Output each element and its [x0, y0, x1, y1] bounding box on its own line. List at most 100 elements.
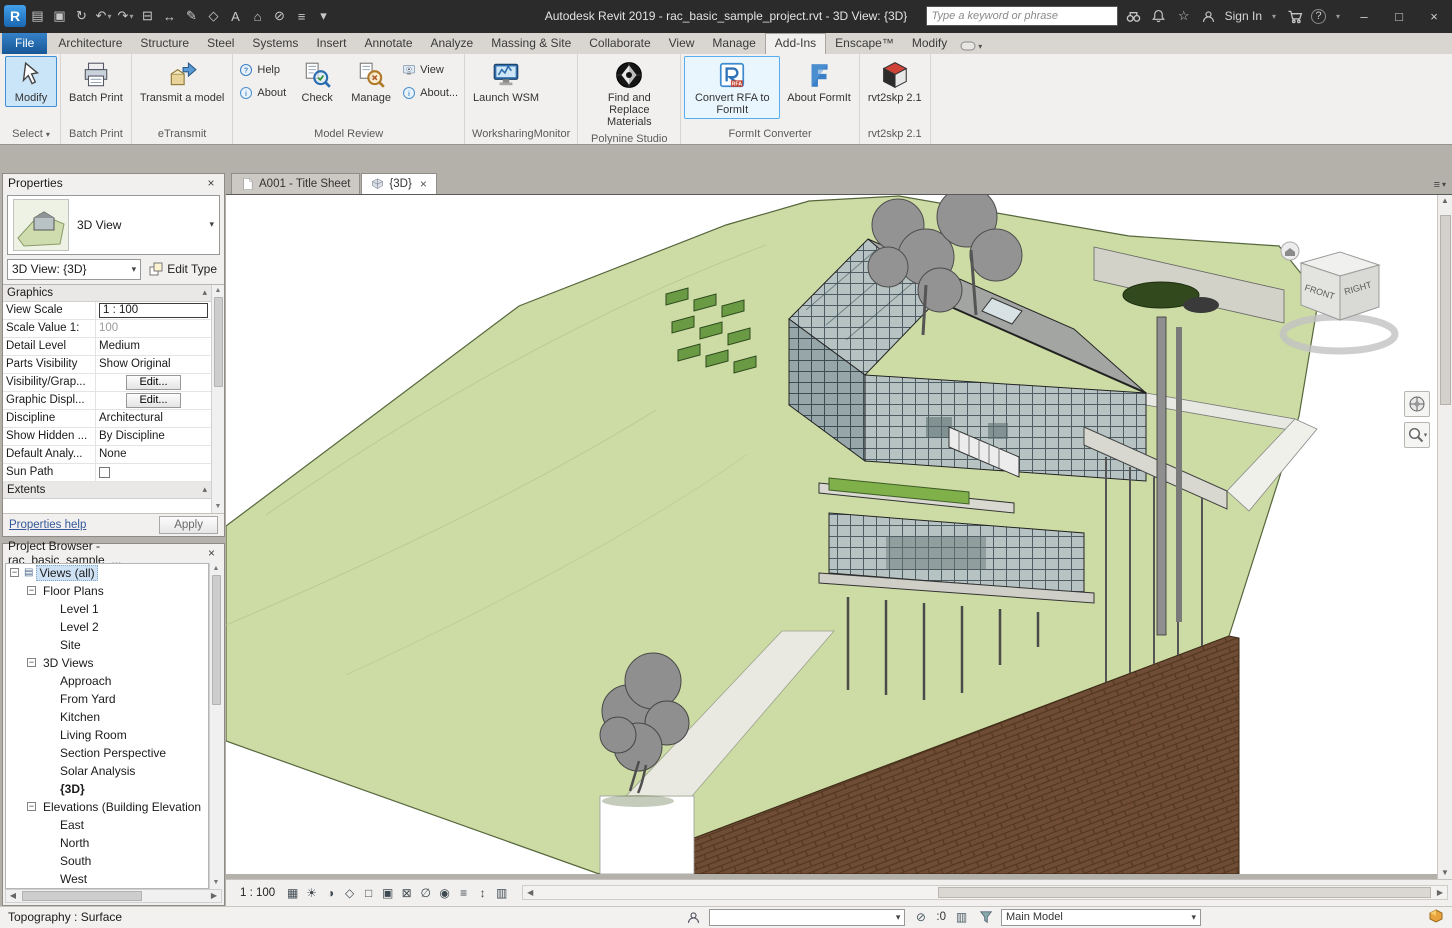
properties-help-link[interactable]: Properties help [9, 519, 86, 531]
tree-item-living-room[interactable]: Living Room [6, 726, 208, 744]
scroll-up-icon[interactable]: ▲ [1438, 195, 1452, 207]
collapse-icon[interactable]: − [10, 568, 19, 577]
default-3d-view-icon[interactable]: ⌂ [247, 5, 268, 27]
value-cell[interactable]: By Discipline [99, 430, 165, 442]
help-button[interactable]: ?Help [239, 63, 286, 77]
canvas-hscrollbar[interactable]: ◀▶ [522, 885, 1448, 900]
3d-view-canvas[interactable]: FRONT RIGHT [226, 195, 1437, 874]
view-button[interactable]: View [402, 63, 458, 77]
edit-type-button[interactable]: Edit Type [146, 259, 220, 280]
batch-print-button[interactable]: Batch Print [64, 56, 128, 107]
ribbon-tab-analyze[interactable]: Analyze [422, 33, 483, 54]
value-cell[interactable]: Medium [99, 340, 140, 352]
ribbon-tab-modify[interactable]: Modify [903, 33, 956, 54]
text-icon[interactable]: A [225, 5, 246, 27]
scroll-down-icon[interactable]: ▼ [210, 877, 222, 889]
ribbon-tab-manage[interactable]: Manage [703, 33, 764, 54]
edit-button[interactable]: Edit... [126, 375, 180, 390]
sun-path-checkbox[interactable] [99, 467, 110, 478]
maximize-button[interactable]: □ [1385, 4, 1413, 28]
crop-region-icon[interactable]: ▣ [379, 884, 396, 901]
tree-item-kitchen[interactable]: Kitchen [6, 708, 208, 726]
user-icon[interactable] [1200, 7, 1218, 25]
tree-item-solar-analysis[interactable]: Solar Analysis [6, 762, 208, 780]
tree-item-elevations-building-elevation[interactable]: −Elevations (Building Elevation [6, 798, 208, 816]
view-tab-a001-title-sheet[interactable]: A001 - Title Sheet [231, 173, 360, 194]
select-toggle-icon[interactable]: ▥ [953, 909, 970, 926]
ribbon-tab-architecture[interactable]: Architecture [49, 33, 131, 54]
sun-path-icon[interactable]: ☀ [303, 884, 320, 901]
modify-button[interactable]: Modify [5, 56, 57, 107]
help-caret-icon[interactable]: ▾ [1333, 7, 1343, 25]
scroll-left-icon[interactable]: ◀ [6, 891, 20, 900]
tree-item-site[interactable]: Site [6, 636, 208, 654]
ribbon-tab-file[interactable]: File [2, 33, 47, 54]
hide-isolate-icon[interactable]: ∅ [417, 884, 434, 901]
value-cell[interactable]: Architectural [99, 412, 163, 424]
section-extents[interactable]: Extents▴ [3, 482, 211, 499]
launch-wsm-button[interactable]: Launch WSM [468, 56, 544, 107]
about-formit-button[interactable]: About FormIt [782, 56, 856, 107]
scroll-down-icon[interactable]: ▼ [1438, 867, 1452, 879]
collapse-section-icon[interactable]: ▴ [202, 287, 207, 298]
reveal-hidden-icon[interactable]: ◉ [436, 884, 453, 901]
ribbon-tab-systems[interactable]: Systems [243, 33, 307, 54]
aligned-dimension-icon[interactable]: ✎ [181, 5, 202, 27]
save-icon[interactable]: ▣ [49, 5, 70, 27]
solar-panels[interactable] [666, 288, 756, 373]
favorites-icon[interactable]: ☆ [1175, 7, 1193, 25]
scroll-up-icon[interactable]: ▲ [212, 285, 224, 297]
ribbon-display-toggle[interactable]: ▾ [960, 41, 982, 54]
properties-scrollbar[interactable]: ▲▼ [211, 285, 224, 513]
sign-in-caret-icon[interactable]: ▾ [1269, 7, 1279, 25]
scroll-up-icon[interactable]: ▲ [210, 563, 222, 575]
collapse-icon[interactable]: − [27, 658, 36, 667]
value-cell[interactable]: None [99, 448, 127, 460]
editable-only-icon[interactable]: ⊘ [912, 909, 929, 926]
close-properties-icon[interactable]: × [203, 176, 219, 190]
steering-wheel-button[interactable] [1404, 391, 1430, 417]
browser-scrollbar[interactable]: ▲▼ [209, 563, 222, 889]
ribbon-tab-structure[interactable]: Structure [131, 33, 198, 54]
tree-item-level-1[interactable]: Level 1 [6, 600, 208, 618]
about-button[interactable]: iAbout [239, 86, 286, 100]
zoom-button[interactable]: ▾ [1404, 422, 1430, 448]
type-selector-caret-icon[interactable]: ▾ [209, 219, 214, 230]
tree-item-3d[interactable]: {3D} [6, 780, 208, 798]
status-tray-icon[interactable] [1427, 909, 1444, 926]
active-workset-icon[interactable] [685, 909, 702, 926]
tree-item-floor-plans[interactable]: −Floor Plans [6, 582, 208, 600]
value-cell[interactable]: Show Original [99, 358, 171, 370]
view-properties-icon[interactable]: ≡ [455, 884, 472, 901]
notifications-icon[interactable] [1150, 7, 1168, 25]
help-icon[interactable]: ? [1311, 9, 1326, 24]
tree-item-section-perspective[interactable]: Section Perspective [6, 744, 208, 762]
edit-button[interactable]: Edit... [126, 393, 180, 408]
crop-view-icon[interactable]: □ [360, 884, 377, 901]
type-selector[interactable]: 3D View ▾ [7, 195, 220, 255]
tree-item-north[interactable]: North [6, 834, 208, 852]
thin-lines-icon[interactable]: ≡ [291, 5, 312, 27]
manage-button[interactable]: Manage [345, 56, 397, 107]
tree-item-south[interactable]: South [6, 852, 208, 870]
rendering-icon[interactable]: ◇ [341, 884, 358, 901]
tree-item-3d-views[interactable]: −3D Views [6, 654, 208, 672]
canvas-vscrollbar[interactable]: ▲▼ [1437, 195, 1452, 879]
ribbon-tab-add-ins[interactable]: Add-Ins [765, 33, 826, 54]
view-scale-button[interactable]: 1 : 100 [234, 885, 281, 901]
section-graphics[interactable]: Graphics▴ [3, 285, 211, 302]
ribbon-tab-annotate[interactable]: Annotate [355, 33, 421, 54]
tree-item-level-2[interactable]: Level 2 [6, 618, 208, 636]
revit-logo[interactable]: R [4, 5, 26, 27]
transmit-a-model-button[interactable]: Transmit a model [135, 56, 230, 107]
scroll-right-icon[interactable]: ▶ [1433, 888, 1447, 897]
scroll-left-icon[interactable]: ◀ [523, 888, 537, 897]
sign-in-button[interactable]: Sign In [1225, 9, 1262, 23]
workset-select[interactable]: ▾ [709, 909, 905, 926]
sync-icon[interactable]: ↻ [71, 5, 92, 27]
shadows-icon[interactable]: ◑ [322, 884, 339, 901]
exchange-apps-icon[interactable] [1286, 7, 1304, 25]
filter-icon[interactable] [977, 909, 994, 926]
instance-selector-caret-icon[interactable]: ▾ [132, 264, 137, 275]
instance-selector[interactable]: 3D View: {3D}▾ [7, 259, 141, 280]
